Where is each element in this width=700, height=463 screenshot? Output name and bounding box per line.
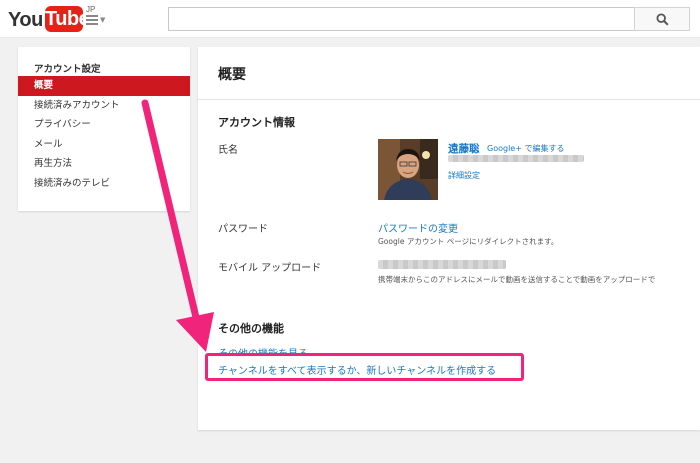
search-button[interactable] xyxy=(634,7,690,31)
sidebar-item-playback[interactable]: 再生方法 xyxy=(18,154,190,174)
top-bar: You Tube JP ▼ xyxy=(0,0,700,38)
other-features-heading: その他の機能 xyxy=(218,322,284,335)
sidebar-item-privacy[interactable]: プライバシー xyxy=(18,115,190,135)
blurred-email xyxy=(448,155,584,162)
google-plus-edit-link[interactable]: Google+ で編集する xyxy=(487,143,564,154)
page-title: 概要 xyxy=(218,67,246,83)
search-icon xyxy=(656,13,669,26)
search-input[interactable] xyxy=(168,7,635,31)
logo-tube-text: Tube xyxy=(45,6,90,32)
annotation-highlight-box: チャンネルをすべて表示するか、新しいチャンネルを作成する xyxy=(205,353,524,381)
profile-photo xyxy=(378,139,438,200)
guide-menu-icon[interactable]: ▼ xyxy=(86,12,108,26)
change-password-link[interactable]: パスワードの変更 xyxy=(378,220,458,235)
display-name-link[interactable]: 遠藤聡 xyxy=(448,141,480,156)
sidebar-list: 概要 接続済みアカウント プライバシー メール 再生方法 接続済みのテレビ xyxy=(18,76,190,193)
view-all-channels-link[interactable]: チャンネルをすべて表示するか、新しいチャンネルを作成する xyxy=(218,362,496,377)
logo-you-text: You xyxy=(8,9,43,31)
mobile-upload-label: モバイル アップロード xyxy=(218,263,322,274)
password-label: パスワード xyxy=(218,224,268,235)
settings-sidebar: アカウント設定 概要 接続済みアカウント プライバシー メール 再生方法 接続済… xyxy=(18,47,190,211)
avatar[interactable] xyxy=(378,139,438,200)
password-hint: Google アカウント ページにリダイレクトされます。 xyxy=(378,237,559,246)
mobile-upload-hint: 携帯端末からこのアドレスにメールで動画を送信することで動画をアップロードで xyxy=(378,275,656,284)
account-info-heading: アカウント情報 xyxy=(218,116,295,129)
name-label: 氏名 xyxy=(218,145,238,156)
sidebar-item-connected-tvs[interactable]: 接続済みのテレビ xyxy=(18,174,190,194)
blurred-upload-address xyxy=(378,260,506,269)
sidebar-item-connected-accounts[interactable]: 接続済みアカウント xyxy=(18,96,190,116)
divider xyxy=(198,99,700,100)
sidebar-item-overview[interactable]: 概要 xyxy=(18,76,190,96)
advanced-settings-link[interactable]: 詳細設定 xyxy=(448,170,480,181)
sidebar-item-email[interactable]: メール xyxy=(18,135,190,155)
sidebar-title: アカウント設定 xyxy=(34,64,101,75)
